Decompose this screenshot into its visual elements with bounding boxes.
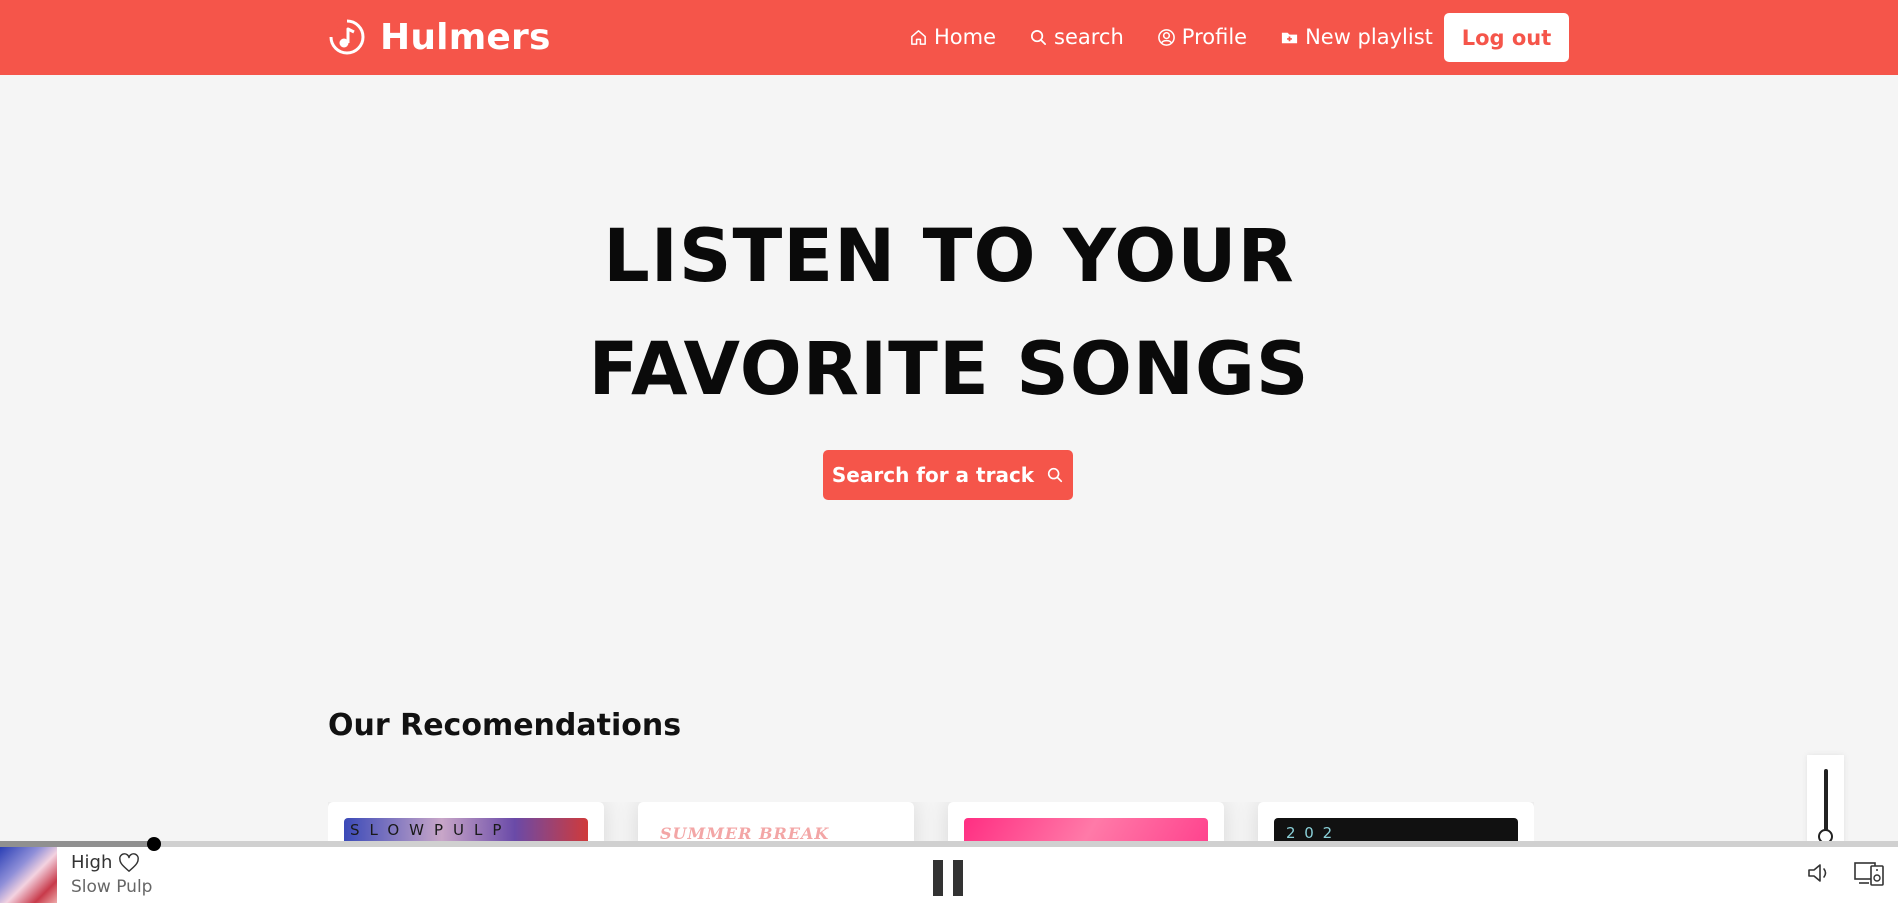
recommendation-card[interactable]: [948, 802, 1224, 842]
now-playing-title: High: [71, 852, 113, 873]
search-icon: [1031, 29, 1047, 45]
recommendation-card[interactable]: SLOWPULP: [328, 802, 604, 842]
volume-icon[interactable]: [1806, 861, 1832, 885]
album-art: SLOWPULP: [344, 818, 588, 842]
music-note-logo-icon: [328, 18, 365, 55]
progress-bar[interactable]: [0, 837, 1898, 851]
album-art: SUMMER BREAK: [654, 818, 898, 842]
search-track-button-label: Search for a track: [831, 463, 1035, 487]
search-track-button[interactable]: Search for a track: [823, 450, 1073, 500]
volume-slider-popup: [1807, 755, 1844, 847]
now-playing-title-row: High: [71, 852, 140, 873]
nav-new-playlist[interactable]: New playlist: [1280, 25, 1433, 49]
volume-slider-track[interactable]: [1824, 769, 1828, 831]
brand-name: Hulmers: [380, 16, 551, 58]
nav-search[interactable]: search: [1029, 25, 1124, 49]
hero-title-line-1: LISTEN TO YOUR: [603, 214, 1295, 299]
folder-plus-icon: [1281, 32, 1298, 43]
top-nav-bar: Hulmers Home search Profile New playlist…: [0, 0, 1898, 75]
pause-button[interactable]: [931, 860, 965, 896]
album-art: 2 0 2: [1274, 818, 1518, 842]
main-nav: Home search Profile New playlist: [909, 13, 1466, 61]
recommendations-heading: Our Recomendations: [328, 708, 682, 743]
recommendation-card[interactable]: 2 0 2: [1258, 802, 1534, 842]
pause-icon-bar-left: [933, 860, 943, 896]
user-circle-icon: [1157, 28, 1175, 46]
brand-logo-link[interactable]: Hulmers: [328, 13, 551, 61]
heart-icon[interactable]: [118, 852, 140, 873]
logout-button[interactable]: Log out: [1444, 13, 1569, 62]
home-icon: [911, 29, 926, 45]
recommendation-card[interactable]: SUMMER BREAK: [638, 802, 914, 842]
now-playing-album-art: [0, 847, 57, 903]
now-playing-artist: Slow Pulp: [71, 877, 153, 897]
nav-profile-label: Profile: [1181, 25, 1248, 49]
nav-profile[interactable]: Profile: [1157, 25, 1247, 49]
recommendations-list: SLOWPULP SUMMER BREAK 2 0 2: [328, 802, 1534, 842]
album-art: [964, 818, 1208, 842]
hero-title: LISTEN TO YOUR FAVORITE SONGS: [0, 200, 1898, 426]
player-bar: High Slow Pulp: [0, 837, 1898, 903]
nav-new-playlist-label: New playlist: [1305, 25, 1433, 49]
search-icon: [1047, 467, 1063, 483]
devices-icon[interactable]: [1853, 859, 1885, 887]
nav-home-label: Home: [934, 25, 997, 49]
hero-title-line-2: FAVORITE SONGS: [588, 327, 1310, 412]
pause-icon-bar-right: [953, 860, 963, 896]
nav-search-label: search: [1054, 25, 1124, 49]
progress-handle[interactable]: [146, 837, 161, 851]
nav-home[interactable]: Home: [909, 25, 996, 49]
